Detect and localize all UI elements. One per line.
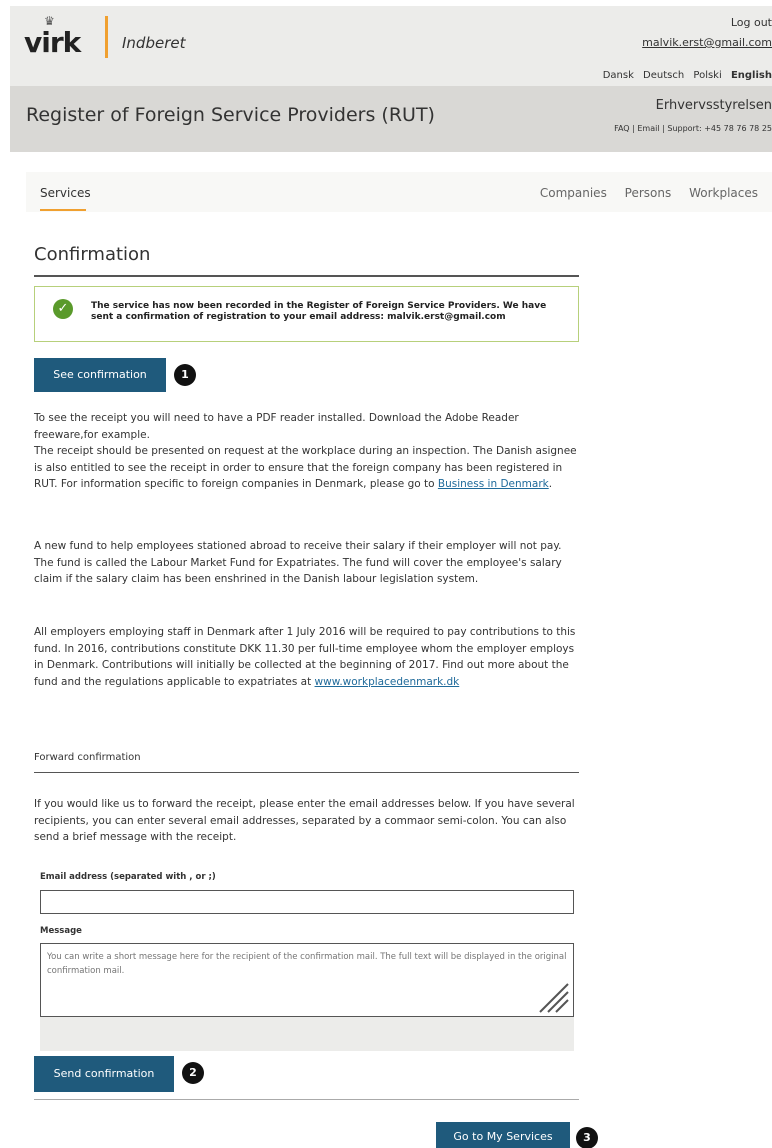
logo-divider (105, 16, 108, 58)
lang-deutsch[interactable]: Deutsch (643, 70, 684, 81)
fund-line1: A new fund to help employees stationed a… (34, 540, 562, 552)
notice-text: The service has now been recorded in the… (91, 301, 547, 322)
agency-name[interactable]: Erhvervsstyrelsen (656, 98, 772, 113)
support-links: FAQ | Email | Support: +45 78 76 78 25 (614, 124, 772, 133)
email-link[interactable]: Email (637, 124, 659, 133)
check-icon: ✓ (53, 299, 73, 319)
form-footer-band (40, 1017, 574, 1051)
site-title: Register of Foreign Service Providers (R… (26, 104, 435, 126)
lang-polski[interactable]: Polski (693, 70, 721, 81)
resize-grip-icon[interactable] (532, 976, 570, 1014)
tab-workplaces[interactable]: Workplaces (689, 186, 758, 200)
support-phone: Support: +45 78 76 78 25 (667, 124, 772, 133)
tab-services[interactable]: Services (40, 186, 91, 200)
bottom-divider (34, 1099, 579, 1100)
title-bar: Register of Foreign Service Providers (R… (10, 86, 772, 152)
step-badge-2: 2 (182, 1062, 204, 1084)
logo-text: virk (24, 26, 81, 59)
success-notice: ✓ The service has now been recorded in t… (34, 286, 579, 342)
virk-logo[interactable]: ♛ virk (24, 14, 104, 59)
page-title: Confirmation (34, 244, 151, 265)
forward-divider (34, 772, 579, 773)
see-confirmation-button[interactable]: See confirmation (34, 358, 166, 392)
message-label: Message (40, 926, 82, 936)
pdf-info-paragraph: To see the receipt you will need to have… (34, 410, 579, 493)
contributions-paragraph: All employers employing staff in Denmark… (34, 624, 579, 690)
email-label: Email address (separated with , or ;) (40, 872, 216, 882)
step-badge-3: 3 (576, 1127, 598, 1148)
business-in-denmark-link[interactable]: Business in Denmark (438, 478, 549, 490)
app-name: Indberet (122, 34, 186, 52)
lang-dansk[interactable]: Dansk (603, 70, 634, 81)
nav-right: Companies Persons Workplaces (526, 186, 758, 200)
faq-link[interactable]: FAQ (614, 124, 630, 133)
send-confirmation-button[interactable]: Send confirmation (34, 1056, 174, 1092)
fund-paragraph: A new fund to help employees stationed a… (34, 538, 579, 588)
top-header: ♛ virk Indberet Log out malvik.erst@gmai… (10, 6, 772, 86)
email-field[interactable] (40, 890, 574, 914)
title-divider (34, 275, 579, 277)
forward-heading: Forward confirmation (34, 752, 141, 763)
main-nav: Services Companies Persons Workplaces (26, 172, 772, 212)
logout-link[interactable]: Log out (731, 16, 772, 29)
fund-line2: The fund is called the Labour Market Fun… (34, 556, 562, 586)
lang-english[interactable]: English (731, 70, 772, 81)
language-switcher: Dansk Deutsch Polski English (597, 70, 772, 81)
active-tab-indicator (40, 209, 86, 211)
tab-companies[interactable]: Companies (540, 186, 607, 200)
forward-intro: If you would like us to forward the rece… (34, 798, 575, 843)
go-to-my-services-button[interactable]: Go to My Services (436, 1122, 570, 1148)
pdf-info-line1: To see the receipt you will need to have… (34, 412, 519, 441)
workplacedenmark-link[interactable]: www.workplacedenmark.dk (315, 676, 460, 688)
step-badge-1: 1 (174, 364, 196, 386)
tab-persons[interactable]: Persons (625, 186, 672, 200)
user-email-link[interactable]: malvik.erst@gmail.com (642, 36, 772, 49)
message-textarea[interactable] (40, 943, 574, 1017)
contributions-text: All employers employing staff in Denmark… (34, 626, 576, 688)
